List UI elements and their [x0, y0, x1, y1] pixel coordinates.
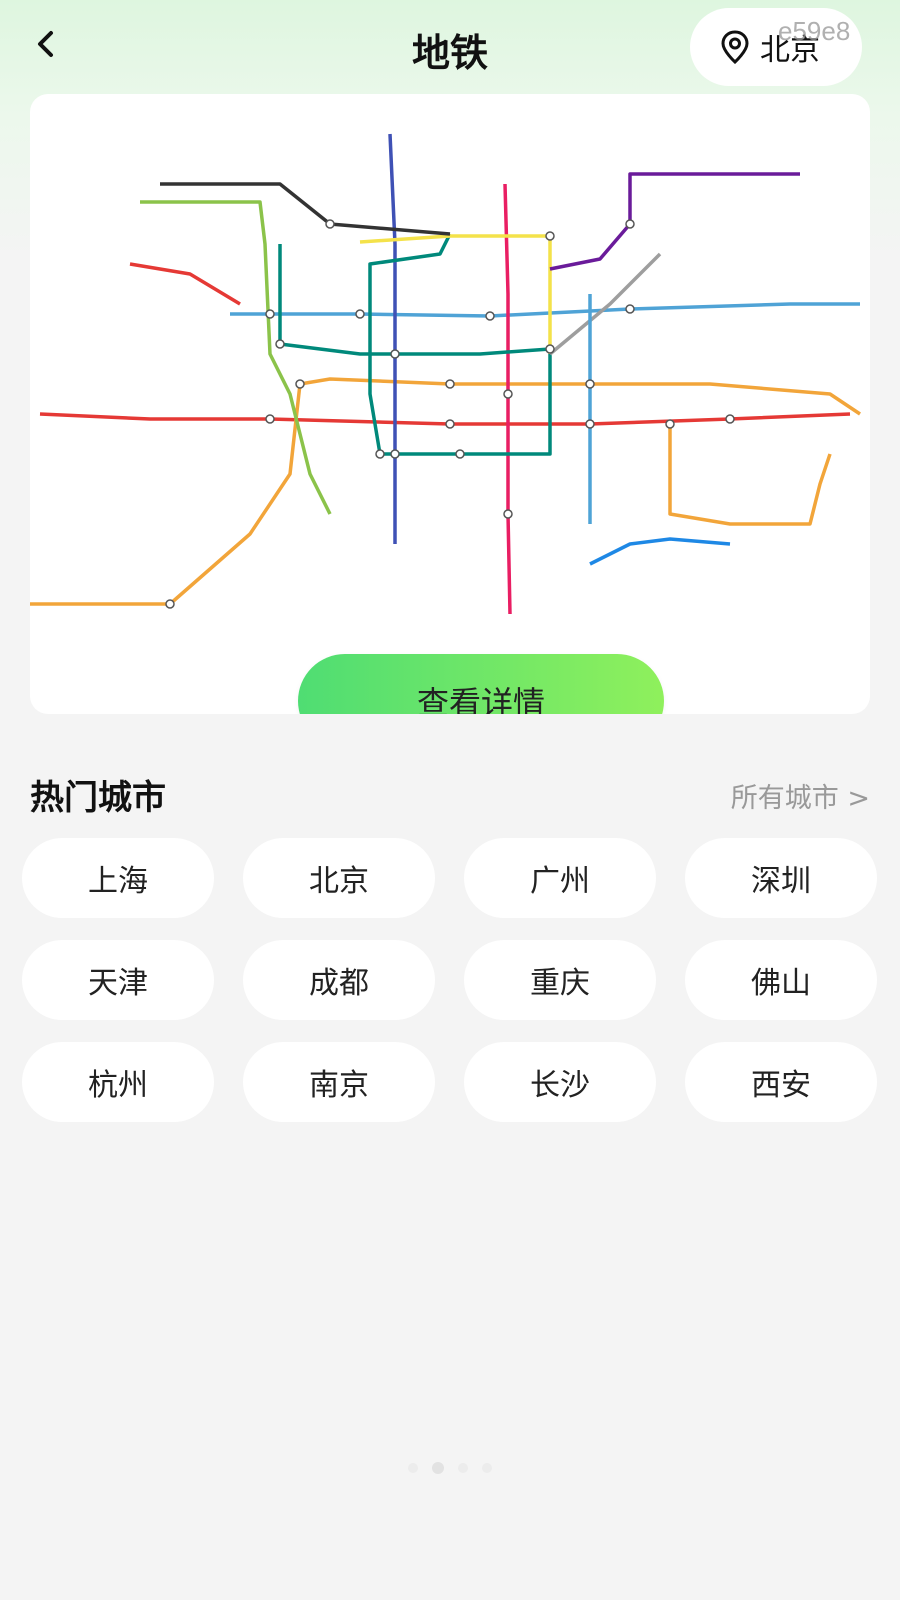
subway-line — [129, 262, 241, 306]
subway-line — [140, 200, 332, 515]
station-marker — [545, 231, 555, 241]
page-indicator — [0, 1462, 900, 1474]
subway-line — [230, 302, 860, 318]
subway-line — [548, 252, 662, 356]
station-marker — [445, 419, 455, 429]
city-chip-changsha[interactable]: 长沙 — [464, 1042, 656, 1122]
station-marker — [625, 219, 635, 229]
city-chip-tianjin[interactable]: 天津 — [22, 940, 214, 1020]
subway-line — [549, 172, 800, 271]
city-chip-beijing[interactable]: 北京 — [243, 838, 435, 918]
page-dot[interactable] — [432, 1462, 444, 1474]
subway-line — [589, 537, 731, 566]
station-marker — [455, 449, 465, 459]
hot-cities-title: 热门城市 — [30, 778, 166, 818]
subway-line — [388, 133, 397, 544]
subway-map — [30, 133, 861, 615]
location-pin-icon — [721, 30, 749, 64]
view-details-button[interactable]: 查看详情 — [298, 654, 664, 714]
station-marker — [485, 311, 495, 321]
station-marker — [375, 449, 385, 459]
station-marker — [585, 419, 595, 429]
station-marker — [503, 389, 513, 399]
station-marker — [325, 219, 335, 229]
city-chip-nanjing[interactable]: 南京 — [243, 1042, 435, 1122]
station-marker — [625, 304, 635, 314]
station-marker — [445, 379, 455, 389]
station-marker — [545, 344, 555, 354]
station-marker — [390, 449, 400, 459]
station-marker — [265, 414, 275, 424]
city-chip-chengdu[interactable]: 成都 — [243, 940, 435, 1020]
subway-map-card[interactable]: 查看详情 — [30, 94, 870, 714]
station-marker — [355, 309, 365, 319]
subway-line — [503, 183, 512, 615]
page-dot[interactable] — [408, 1463, 418, 1473]
station-marker — [725, 414, 735, 424]
city-chip-foshan[interactable]: 佛山 — [685, 940, 877, 1020]
overlay-code: e59e8 — [778, 16, 851, 46]
subway-line — [160, 182, 451, 236]
station-marker — [265, 309, 275, 319]
station-marker — [275, 339, 285, 349]
station-marker — [295, 379, 305, 389]
page-dot[interactable] — [482, 1463, 492, 1473]
station-marker — [390, 349, 400, 359]
city-chip-hangzhou[interactable]: 杭州 — [22, 1042, 214, 1122]
subway-line — [668, 424, 832, 526]
hot-cities-grid: 上海 北京 广州 深圳 天津 成都 重庆 佛山 杭州 南京 长沙 西安 — [22, 838, 878, 1122]
station-marker — [503, 509, 513, 519]
station-marker — [585, 379, 595, 389]
app-header: 地铁 北京 e59e8 — [0, 0, 900, 96]
city-chip-shenzhen[interactable]: 深圳 — [685, 838, 877, 918]
station-marker — [165, 599, 175, 609]
city-chip-chongqing[interactable]: 重庆 — [464, 940, 656, 1020]
all-cities-link[interactable]: 所有城市 > — [731, 776, 870, 815]
station-marker — [665, 419, 675, 429]
subway-line — [30, 377, 861, 606]
city-chip-guangzhou[interactable]: 广州 — [464, 838, 656, 918]
page-dot[interactable] — [458, 1463, 468, 1473]
subway-line — [359, 234, 552, 354]
city-chip-shanghai[interactable]: 上海 — [22, 838, 214, 918]
city-chip-xian[interactable]: 西安 — [685, 1042, 877, 1122]
